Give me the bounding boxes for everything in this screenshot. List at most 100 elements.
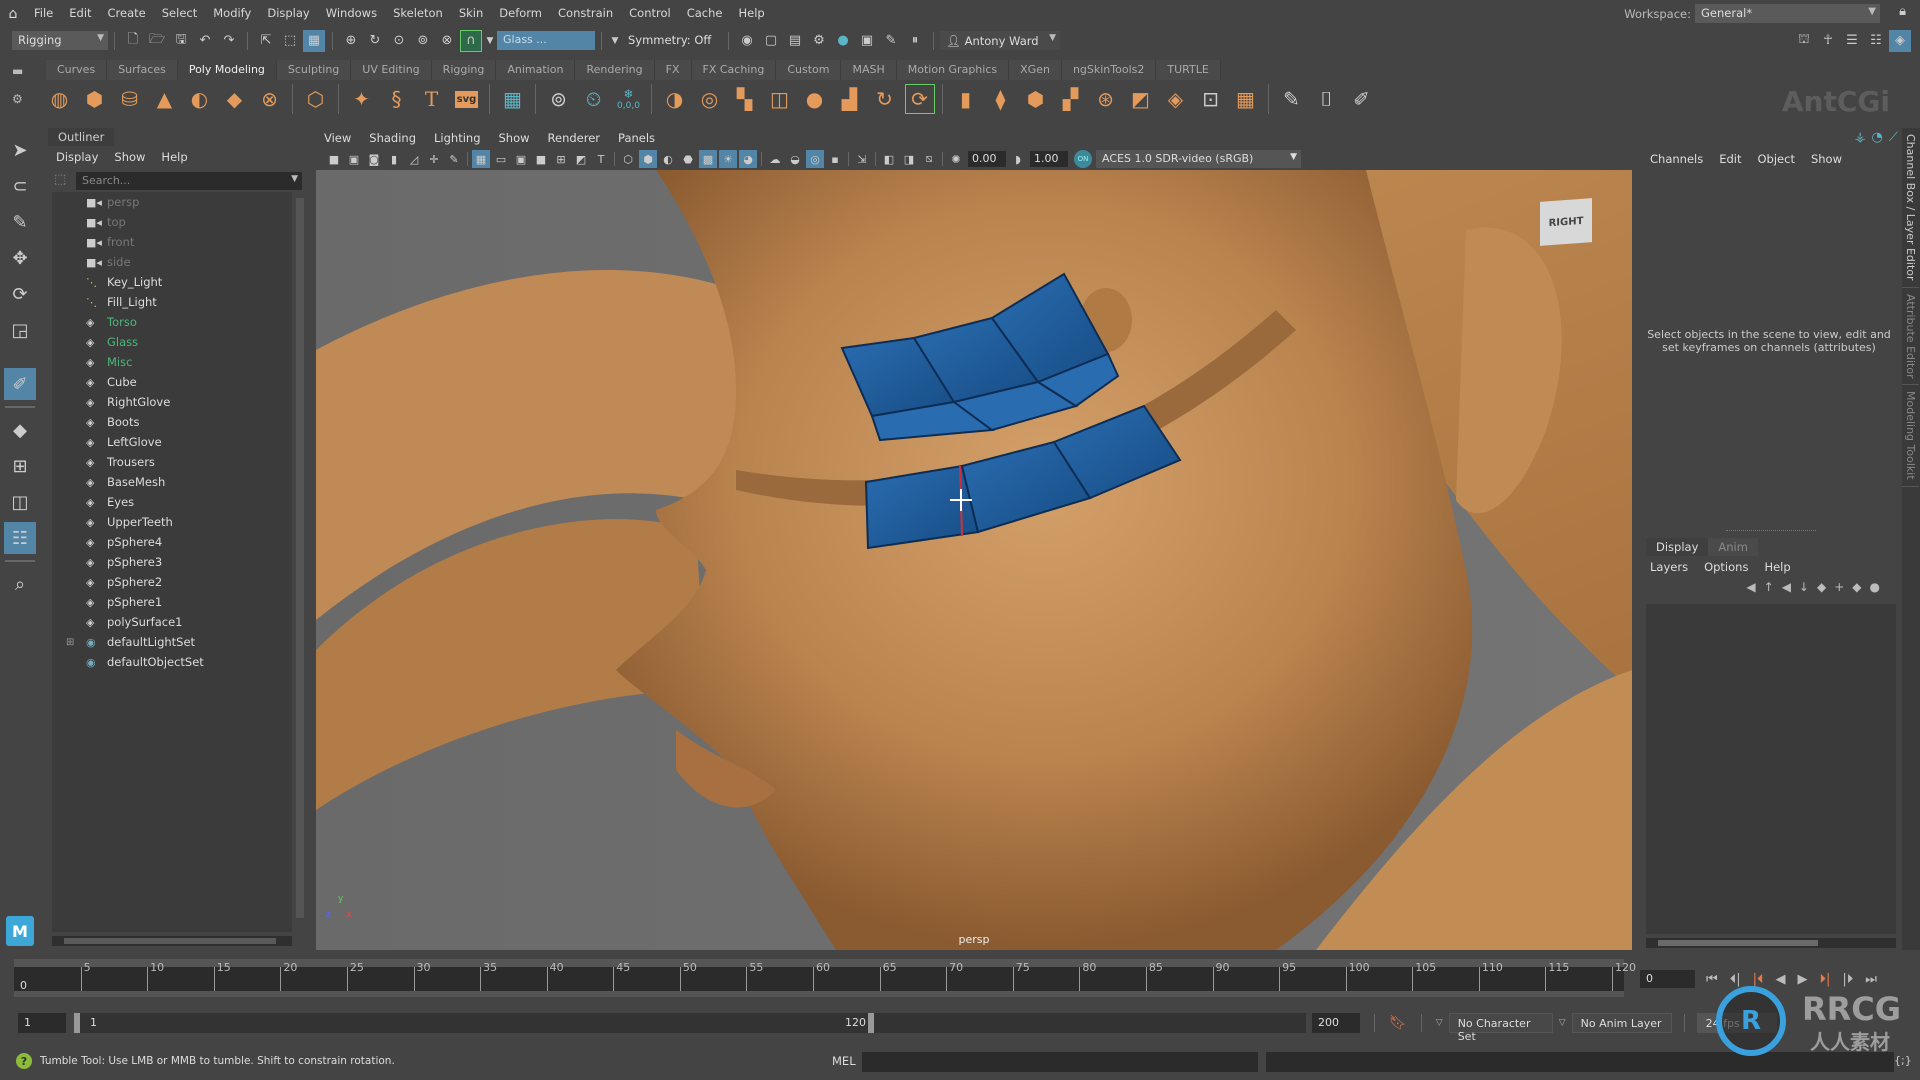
viewport-menu-panels[interactable]: Panels — [618, 128, 655, 148]
layer-tab-anim[interactable]: Anim — [1708, 538, 1758, 556]
viewport-3d-scene[interactable]: RIGHT y z x persp — [316, 170, 1632, 950]
human-ik-icon[interactable]: ☥ — [1817, 30, 1839, 52]
shadows-icon[interactable]: ◕ — [739, 150, 757, 168]
outliner-item[interactable]: ◉ defaultObjectSet — [52, 652, 292, 672]
outliner-menu-help[interactable]: Help — [161, 150, 187, 164]
expand-icon[interactable]: ⊞ — [66, 637, 74, 648]
shelf-tab-uv-editing[interactable]: UV Editing — [351, 60, 432, 80]
attribute-editor-icon[interactable]: ☰ — [1841, 30, 1863, 52]
grid-icon[interactable]: ▦ — [472, 150, 490, 168]
append-polygon-icon[interactable]: ▞ — [1056, 84, 1086, 114]
gate-mask-icon[interactable]: ■ — [532, 150, 550, 168]
menu-modify[interactable]: Modify — [205, 0, 259, 27]
poly-torus-icon[interactable]: ◐ — [185, 84, 215, 114]
step-back-key-icon[interactable]: |⏴ — [1753, 972, 1764, 987]
outliner-item[interactable]: ◈ pSphere4 — [52, 532, 292, 552]
outliner-item[interactable]: ■◂ side — [52, 252, 292, 272]
safe-action-icon[interactable]: ◩ — [572, 150, 590, 168]
mirror-icon[interactable]: ◑ — [660, 84, 690, 114]
render-view-icon[interactable]: ◉ — [736, 30, 758, 52]
current-frame-field[interactable]: 0 — [1640, 970, 1695, 988]
outliner-item[interactable]: ■◂ front — [52, 232, 292, 252]
super-shape-icon[interactable]: ✦ — [347, 84, 377, 114]
outliner-item[interactable]: ◈ pSphere1 — [52, 592, 292, 612]
select-hierarchy-icon[interactable]: ⇱ — [255, 30, 277, 52]
redo-icon[interactable]: ↷ — [218, 30, 240, 52]
modeling-toolkit-icon[interactable]: ⛫ — [1793, 30, 1815, 52]
outliner-item[interactable]: ◈ UpperTeeth — [52, 512, 292, 532]
move-tool-icon[interactable]: ✥ — [4, 242, 36, 274]
layer-tab-display[interactable]: Display — [1646, 538, 1709, 556]
outliner-item[interactable]: ◈ BaseMesh — [52, 472, 292, 492]
two-panel-layout-icon[interactable]: ◫ — [4, 486, 36, 518]
menu-skeleton[interactable]: Skeleton — [385, 0, 451, 27]
select-tool-icon[interactable]: ➤ — [4, 134, 36, 166]
target-weld-icon[interactable]: ▦ — [1231, 84, 1261, 114]
field-chart-icon[interactable]: ⊞ — [552, 150, 570, 168]
shelf-tab-ngskintools2[interactable]: ngSkinTools2 — [1061, 60, 1157, 80]
hyper-graph-icon[interactable]: ⟋ — [1889, 130, 1898, 145]
time-ruler[interactable]: 5 10 15 20 25 30 35 40 45 50 55 60 65 70 75 80 85 90 95 100… — [14, 959, 1636, 997]
chevron-down-icon[interactable]: ▽ — [1559, 1018, 1566, 1028]
speed-icon[interactable]: ◔ — [1872, 130, 1883, 145]
single-perspective-layout-icon[interactable]: ◆ — [4, 414, 36, 446]
shelf-tab-turtle[interactable]: TURTLE — [1156, 60, 1221, 80]
retopologize-icon[interactable]: ⟳ — [904, 84, 935, 114]
outliner-item[interactable]: ◈ LeftGlove — [52, 432, 292, 452]
mirror-geometry-icon[interactable]: ◫ — [765, 84, 795, 114]
shelf-settings-icon[interactable]: ⚙ — [12, 92, 40, 106]
play-forwards-icon[interactable]: ▶ — [1797, 972, 1807, 987]
snap-point-icon[interactable]: ⊙ — [388, 30, 410, 52]
outliner-layout-icon[interactable]: ☷ — [4, 522, 36, 554]
shelf-tab-fx[interactable]: FX — [654, 60, 692, 80]
channel-box-icon[interactable]: ◈ — [1889, 29, 1911, 52]
outliner-item[interactable]: ◈ Trousers — [52, 452, 292, 472]
outliner-item[interactable]: ◈ polySurface1 — [52, 612, 292, 632]
shelf-tab-curves[interactable]: Curves — [46, 60, 108, 80]
exposure-field[interactable]: 0.00 — [968, 151, 1006, 167]
shelf-tab-mash[interactable]: MASH — [841, 60, 897, 80]
poly-cone-icon[interactable]: ▲ — [150, 84, 180, 114]
isolate-select-icon[interactable]: ⇲ — [853, 150, 871, 168]
script-editor-icon[interactable]: {;} — [1894, 1054, 1912, 1067]
anim-layer-dropdown[interactable]: No Anim Layer — [1571, 1013, 1672, 1033]
shelf-tab-motion-graphics[interactable]: Motion Graphics — [896, 60, 1010, 80]
ipr-render-icon[interactable]: ▤ — [784, 30, 806, 52]
lock-icon[interactable]: 🔒︎ — [1899, 4, 1906, 19]
outliner-item[interactable]: ◈ Boots — [52, 412, 292, 432]
sculpt-tool-icon[interactable]: ✐ — [1347, 84, 1377, 114]
hypershade-icon[interactable]: ● — [832, 30, 854, 52]
bridge-icon[interactable]: ⧫ — [986, 84, 1016, 114]
use-all-lights-icon[interactable]: ☀ — [719, 150, 737, 168]
platonic-solid-icon[interactable]: ⬡ — [301, 84, 331, 114]
viewport-menu-view[interactable]: View — [324, 128, 351, 148]
menu-control[interactable]: Control — [621, 0, 679, 27]
layer-menu-layers[interactable]: Layers — [1650, 560, 1688, 574]
user-account-dropdown[interactable]: 👤︎ Antony Ward ▼ — [940, 31, 1060, 50]
menu-select[interactable]: Select — [154, 0, 205, 27]
viewport-menu-renderer[interactable]: Renderer — [548, 128, 601, 148]
2d-pan-zoom-icon[interactable]: ✛ — [425, 150, 443, 168]
remesh-icon[interactable]: ↻ — [870, 84, 900, 114]
side-tab-modeling-toolkit[interactable]: Modeling Toolkit — [1902, 385, 1919, 487]
outliner-item[interactable]: ⋱ Key_Light — [52, 272, 292, 292]
combine-icon[interactable]: ◎ — [695, 84, 725, 114]
menu-help[interactable]: Help — [730, 0, 772, 27]
snap-view-icon[interactable]: ⊚ — [412, 30, 434, 52]
play-backwards-icon[interactable]: ◀ — [1775, 972, 1785, 987]
open-scene-icon[interactable]: 🗁 — [146, 30, 168, 52]
shelf-tab-rigging[interactable]: Rigging — [431, 60, 497, 80]
outliner-item[interactable]: ◈ RightGlove — [52, 392, 292, 412]
depth-of-field-icon[interactable]: ▪ — [826, 150, 844, 168]
view-transform-dropdown[interactable]: ACES 1.0 SDR-video (sRGB) ▼ — [1096, 150, 1301, 168]
default-material-icon[interactable]: ◐ — [659, 150, 677, 168]
motion-blur-icon[interactable]: ◒ — [786, 150, 804, 168]
insert-edge-loop-icon[interactable]: ◩ — [1126, 84, 1156, 114]
smooth-icon[interactable]: ● — [800, 84, 830, 114]
edit-edge-flow-icon[interactable]: ⌷ — [1312, 84, 1342, 114]
shelf-tab-animation[interactable]: Animation — [496, 60, 576, 80]
render-setup-icon[interactable]: ▣ — [856, 30, 878, 52]
multi-cut-icon[interactable]: ⊛ — [1091, 84, 1121, 114]
channel-box-menu-object[interactable]: Object — [1758, 152, 1795, 166]
outliner-item[interactable]: ■◂ top — [52, 212, 292, 232]
